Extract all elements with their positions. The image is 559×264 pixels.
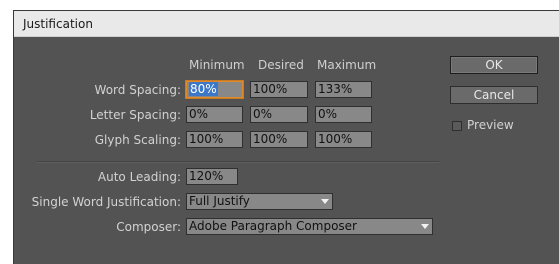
letter-spacing-minimum-input[interactable]: 0% — [186, 106, 243, 123]
chevron-down-icon — [421, 224, 429, 229]
composer-label: Composer: — [116, 220, 181, 234]
dialog-title: Justification — [23, 17, 93, 31]
single-word-justification-label: Single Word Justification: — [31, 195, 181, 209]
word-spacing-desired-input[interactable]: 100% — [250, 81, 308, 98]
auto-leading-input[interactable]: 120% — [186, 168, 238, 185]
letter-spacing-desired-input[interactable]: 0% — [250, 106, 308, 123]
justification-dialog: Justification Minimum Desired Maximum Wo… — [13, 10, 559, 264]
glyph-scaling-maximum-input[interactable]: 100% — [315, 131, 372, 148]
column-header-desired: Desired — [258, 58, 304, 72]
section-divider — [37, 161, 439, 163]
word-spacing-minimum-value: 80% — [189, 82, 218, 96]
title-bar[interactable]: Justification — [14, 11, 559, 37]
glyph-scaling-minimum-input[interactable]: 100% — [186, 131, 243, 148]
ok-button[interactable]: OK — [450, 56, 538, 74]
letter-spacing-maximum-input[interactable]: 0% — [315, 106, 372, 123]
cancel-button[interactable]: Cancel — [450, 86, 538, 104]
column-header-maximum: Maximum — [317, 58, 377, 72]
letter-spacing-label: Letter Spacing: — [89, 108, 181, 122]
single-word-justification-value: Full Justify — [189, 194, 250, 208]
column-header-minimum: Minimum — [189, 58, 245, 72]
chevron-down-icon — [321, 199, 329, 204]
word-spacing-minimum-input[interactable]: 80% — [186, 81, 243, 98]
word-spacing-label: Word Spacing: — [94, 83, 181, 97]
composer-dropdown[interactable]: Adobe Paragraph Composer — [186, 218, 433, 235]
glyph-scaling-label: Glyph Scaling: — [94, 133, 181, 147]
preview-checkbox[interactable] — [452, 121, 462, 131]
composer-value: Adobe Paragraph Composer — [189, 219, 357, 233]
preview-label: Preview — [467, 118, 514, 132]
glyph-scaling-desired-input[interactable]: 100% — [250, 131, 308, 148]
word-spacing-maximum-input[interactable]: 133% — [315, 81, 372, 98]
single-word-justification-dropdown[interactable]: Full Justify — [186, 193, 333, 210]
auto-leading-label: Auto Leading: — [97, 170, 181, 184]
